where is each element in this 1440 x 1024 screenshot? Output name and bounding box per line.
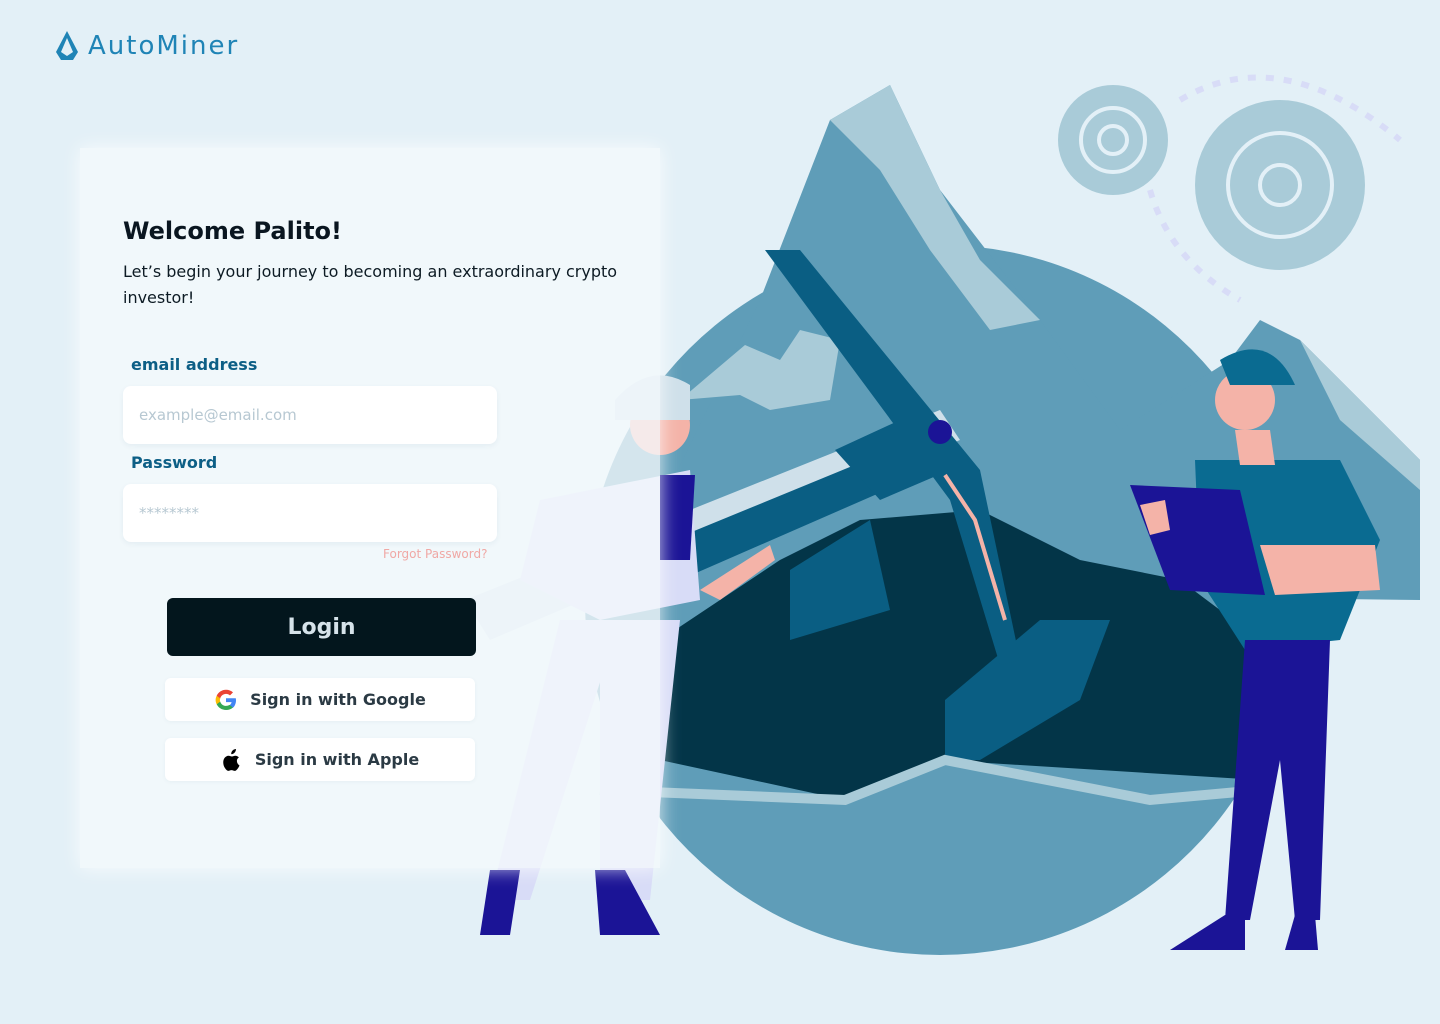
forgot-password-link[interactable]: Forgot Password? — [383, 547, 487, 561]
google-sign-in-label: Sign in with Google — [250, 690, 426, 709]
login-button[interactable]: Login — [167, 598, 476, 656]
email-input[interactable] — [123, 386, 497, 444]
password-input[interactable] — [123, 484, 497, 542]
apple-sign-in-label: Sign in with Apple — [254, 750, 420, 769]
password-label: Password — [131, 453, 218, 472]
diamond-drop-icon — [56, 31, 78, 60]
welcome-subtitle: Let’s begin your journey to becoming an … — [123, 262, 618, 307]
apple-sign-in-button[interactable]: Sign in with Apple — [165, 738, 475, 781]
welcome-title: Welcome Palito! — [123, 217, 342, 245]
google-sign-in-button[interactable]: Sign in with Google — [165, 678, 475, 721]
apple-icon — [223, 748, 240, 771]
brand-name: AutoMiner — [88, 31, 240, 61]
email-label: email address — [131, 355, 258, 374]
google-icon — [215, 689, 237, 710]
brand[interactable]: AutoMiner — [54, 30, 239, 62]
